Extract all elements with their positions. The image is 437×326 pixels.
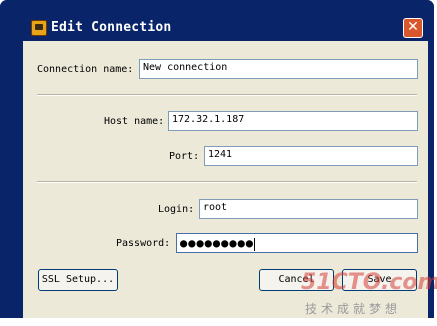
title-bar[interactable]: Edit Connection ✕: [0, 0, 434, 38]
app-icon: [31, 20, 47, 36]
password-label: Password:: [116, 238, 171, 249]
close-button[interactable]: ✕: [403, 18, 423, 38]
host-name-field[interactable]: 172.32.1.187: [168, 111, 418, 131]
login-label: Login:: [158, 204, 195, 215]
port-label: Port:: [169, 151, 200, 162]
separator-2: [37, 181, 417, 183]
connection-name-field[interactable]: New connection: [139, 59, 418, 79]
login-field[interactable]: root: [199, 199, 418, 219]
text-caret: [254, 237, 256, 251]
password-field[interactable]: ●●●●●●●●●: [176, 233, 418, 253]
port-field[interactable]: 1241: [204, 146, 418, 166]
host-name-label: Host name:: [104, 116, 165, 127]
separator-1: [37, 94, 417, 96]
ssl-setup-button[interactable]: SSL Setup...: [38, 269, 118, 291]
password-mask: ●●●●●●●●●: [180, 236, 255, 250]
watermark-slogan: 技术成就梦想: [305, 302, 402, 316]
connection-name-label: Connection name:: [37, 64, 134, 75]
window-title: Edit Connection: [51, 20, 172, 35]
watermark-brand: 51CTO.com: [301, 270, 437, 295]
